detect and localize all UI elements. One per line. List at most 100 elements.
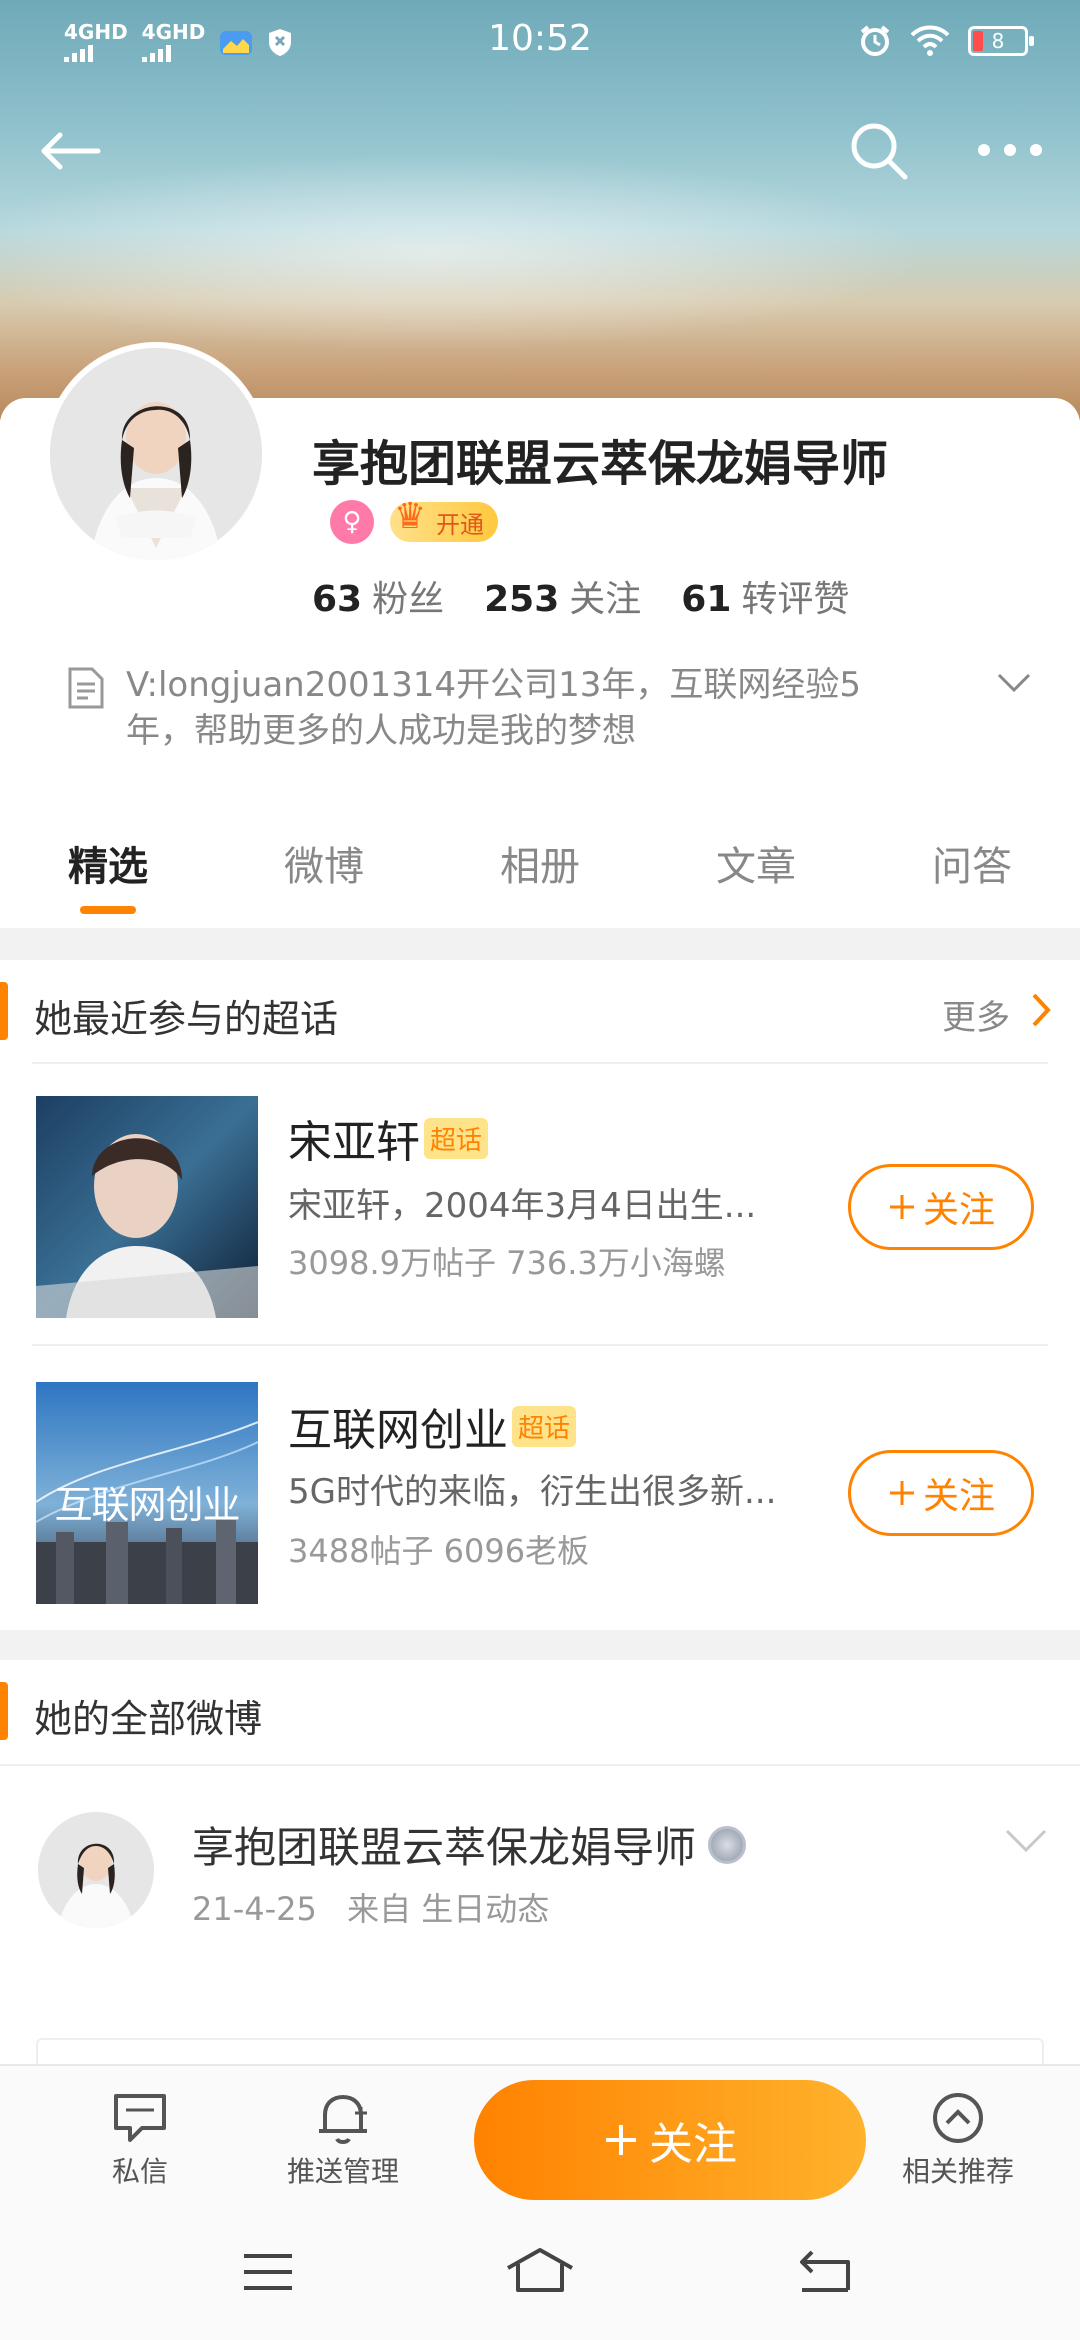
topic-name[interactable]: 互联网创业 超话 [288,1394,577,1458]
push-management-button[interactable]: 推送管理 [278,2086,408,2190]
back-nav-button[interactable] [796,2248,852,2298]
post-content-card [36,2038,1044,2064]
supertopic-tag: 超话 [512,1405,577,1447]
wifi-icon [910,25,950,56]
bell-plus-icon [319,2095,367,2144]
chat-bubble-icon [114,2094,166,2142]
back-button[interactable] [30,116,110,186]
message-button[interactable]: 私信 [90,2086,190,2190]
chevron-right-icon[interactable] [1030,992,1052,1032]
crown-icon: ♛ [394,496,427,537]
topic-name[interactable]: 宋亚轩 超话 [288,1106,489,1170]
tab-featured[interactable]: 精选 [0,830,216,926]
supertopic-tag: 超话 [424,1117,489,1159]
action-label: 私信 [111,2155,168,2188]
follow-topic-button[interactable]: 关注 [848,1450,1034,1536]
chevron-up-circle-icon [933,2093,983,2143]
section-accent [0,1682,8,1740]
person-portrait-icon [50,348,262,560]
profile-badges: ♀ ♛ 开通 [330,496,498,544]
post-author-avatar[interactable] [38,1812,154,1928]
topic-title: 宋亚轩 [288,1117,420,1168]
more-link[interactable]: 更多 [942,990,1010,1039]
post-author[interactable]: 享抱团联盟云萃保龙娟导师 [192,1814,747,1875]
bio-line: 年，帮助更多的人成功是我的梦想 [126,711,636,751]
return-icon [800,2250,850,2292]
action-label: 相关推荐 [901,2155,1014,2188]
menu-icon [244,2254,292,2290]
topic-thumbnail[interactable]: 互联网创业 [36,1382,258,1604]
tab-qa[interactable]: 问答 [864,830,1080,926]
more-dots-icon [978,144,1042,156]
battery-indicator: 8 [968,26,1034,56]
topic-description: 5G时代的来临，衍生出很多新... [288,1472,777,1512]
follow-label: 关注 [922,1190,995,1231]
thumbnail-caption: 互联网创业 [54,1483,240,1527]
post-meta: 21-4-25 来自 生日动态 [192,1884,549,1930]
home-icon [507,2248,573,2292]
plus-icon [606,2125,636,2155]
stat-fans[interactable]: 63 粉丝 [312,570,444,622]
topic-title: 互联网创业 [288,1405,508,1456]
female-icon: ♀ [330,500,374,544]
status-bar: 4GHD 4GHD 10:52 8 [0,0,1080,84]
stat-label: 关注 [569,579,642,620]
search-button[interactable] [842,114,916,188]
stat-label: 转评赞 [741,579,850,620]
menu-button[interactable] [240,2252,296,2296]
tab-weibo[interactable]: 微博 [216,830,432,926]
topic-stats: 3488帖子 6096老板 [288,1532,590,1570]
post-author-name: 享抱团联盟云萃保龙娟导师 [192,1823,697,1872]
topic-description: 宋亚轩，2004年3月4日出生... [288,1186,757,1226]
follow-user-button[interactable]: 关注 [474,2080,866,2200]
tab-articles[interactable]: 文章 [648,830,864,926]
system-navigation-bar [0,2212,1080,2340]
plus-icon [889,1481,914,1505]
stat-value: 63 [312,579,363,620]
section-title: 她最近参与的超话 [34,997,339,1041]
action-label: 推送管理 [286,2155,399,2188]
bio-line: V:longjuan2001314开公司13年，互联网经验5 [126,665,862,705]
document-icon [66,666,106,714]
post-date: 21-4-25 [192,1890,317,1928]
post-source: 来自 生日动态 [347,1890,550,1928]
stat-label: 粉丝 [372,579,445,620]
chevron-down-icon [997,673,1031,693]
plus-icon [889,1195,914,1219]
related-recommend-button[interactable]: 相关推荐 [894,2086,1022,2190]
search-icon [851,123,908,180]
tab-album[interactable]: 相册 [432,830,648,926]
medal-icon [708,1825,747,1864]
vip-label: 开通 [436,510,484,539]
section-title: 她的全部微博 [34,1697,263,1741]
divider [0,1764,1080,1766]
vip-open-badge[interactable]: ♛ 开通 [390,496,498,542]
posts-section: 她的全部微博 享抱团联盟云萃保龙娟导师 21-4-25 来自 生日动态 [0,1660,1080,2064]
topic-thumbnail[interactable] [36,1096,258,1318]
stat-likes[interactable]: 61 转评赞 [681,570,849,622]
topic-stats: 3098.9万帖子 736.3万小海螺 [288,1244,726,1282]
follow-topic-button[interactable]: 关注 [848,1164,1034,1250]
follow-label: 关注 [922,1476,995,1517]
supertopics-section: 她最近参与的超话 更多 宋亚轩 超话 宋亚轩，2004年3月4日出生... 30… [0,960,1080,1630]
stat-value: 61 [681,579,732,620]
stat-following[interactable]: 253 关注 [484,570,641,622]
home-button[interactable] [504,2246,576,2298]
profile-bio: V:longjuan2001314开公司13年，互联网经验5 年，帮助更多的人成… [126,662,946,754]
section-accent [0,982,8,1040]
profile-avatar[interactable] [44,342,268,566]
divider [32,1344,1048,1346]
bottom-action-bar: 私信 推送管理 关注 相关推荐 [0,2064,1080,2212]
chevron-down-icon [1005,1829,1047,1853]
profile-name: 享抱团联盟云萃保龙娟导师 [312,436,889,492]
profile-stats: 63 粉丝 253 关注 61 转评赞 [312,570,849,622]
back-arrow-icon [41,132,101,170]
follow-label: 关注 [649,2119,737,2170]
more-options-button[interactable] [970,118,1050,182]
post-options-button[interactable] [1004,1828,1048,1858]
profile-tabs: 精选 微博 相册 文章 问答 [0,830,1080,926]
expand-bio-button[interactable] [996,672,1032,698]
divider [32,1062,1048,1064]
stat-value: 253 [484,579,560,620]
alarm-icon [860,25,890,56]
